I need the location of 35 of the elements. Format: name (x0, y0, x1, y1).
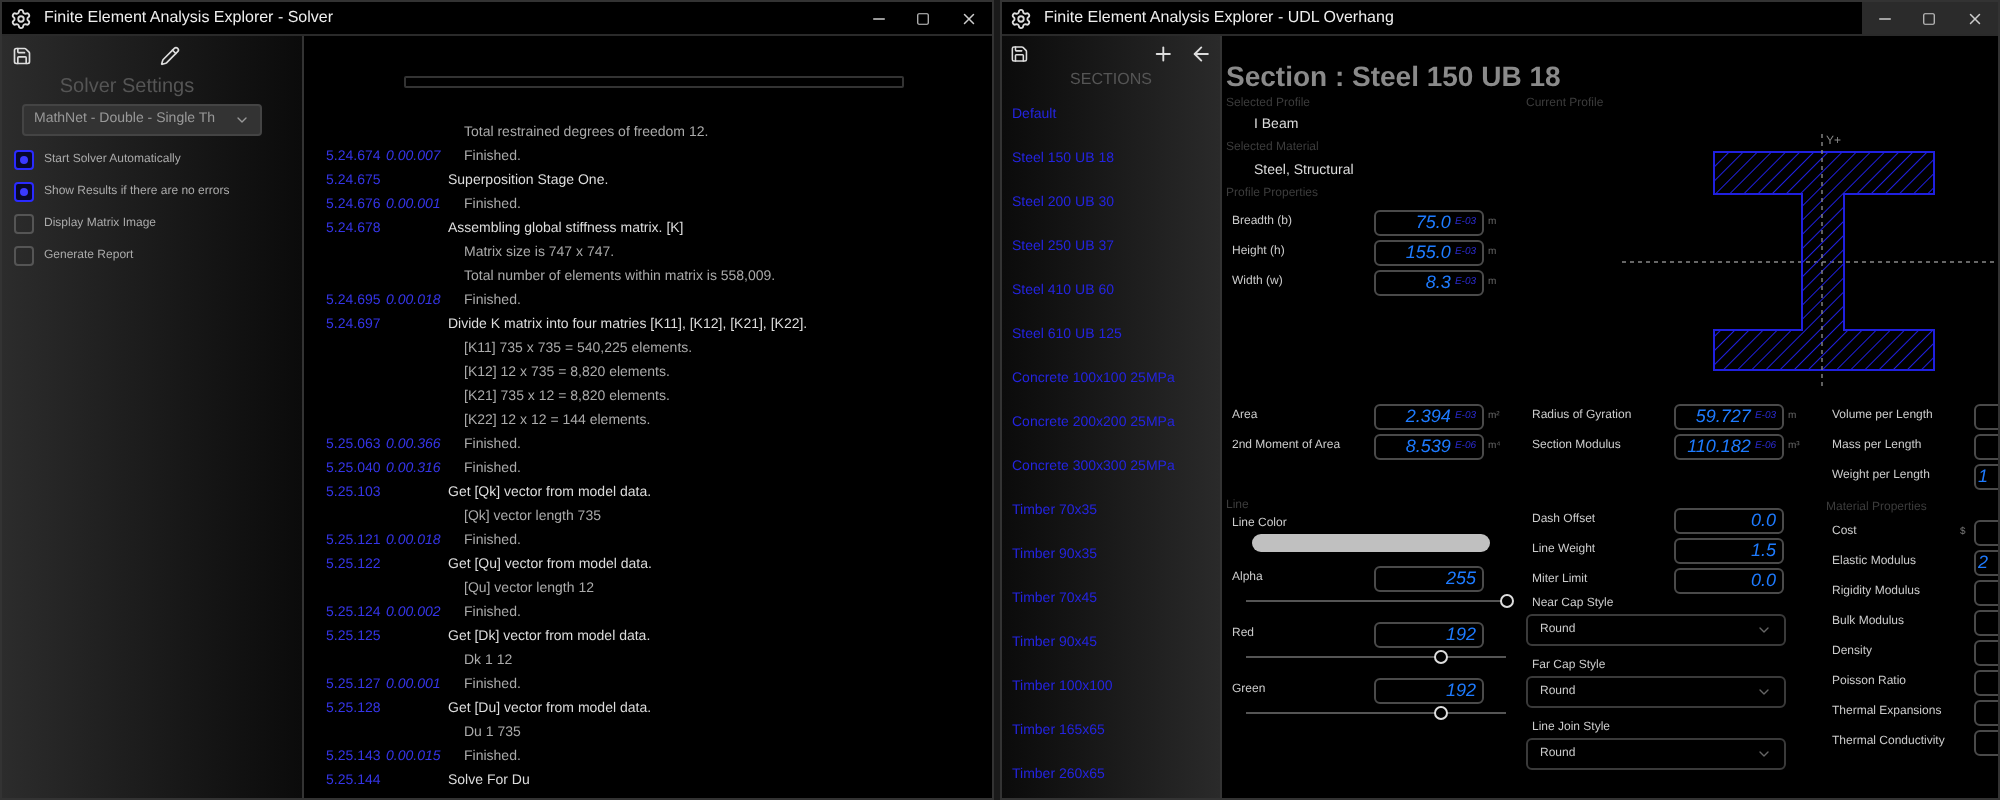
slider-thumb[interactable] (1434, 705, 1449, 719)
settings-icon[interactable] (1010, 7, 1032, 29)
back-arrow-icon[interactable] (1189, 41, 1212, 65)
slider-thumb[interactable] (1499, 593, 1513, 607)
maximize-icon (915, 11, 929, 25)
maximize-icon (1921, 11, 1935, 25)
checkbox[interactable] (14, 246, 34, 266)
close-icon (959, 9, 977, 27)
pencil-icon[interactable] (160, 46, 180, 66)
save-icon[interactable] (1010, 43, 1029, 63)
number-field[interactable]: 2 (1974, 550, 1998, 576)
chevron-icon (234, 112, 250, 128)
section-heading: Section : Steel 150 UB 18 (1226, 58, 1563, 94)
panel-title: SECTIONS (1068, 70, 1154, 90)
window-title: Finite Element Analysis Explorer - UDL Overhang (1044, 6, 1394, 30)
number-field[interactable]: 0.0 (1674, 508, 1784, 534)
add-icon[interactable] (1152, 41, 1176, 65)
checkbox[interactable] (14, 214, 34, 234)
number-field[interactable]: 1 (1974, 464, 1998, 490)
settings-icon[interactable] (10, 7, 32, 29)
chevron-icon (1756, 684, 1772, 700)
number-field[interactable]: 255 (1374, 565, 1484, 591)
slider-thumb[interactable] (1434, 649, 1449, 663)
chevron-icon (1756, 746, 1772, 762)
color-swatch[interactable] (1252, 534, 1490, 552)
window-title: Finite Element Analysis Explorer - Solver (44, 6, 333, 30)
number-field[interactable]: 0.0 (1674, 568, 1784, 594)
chevron-icon (1756, 622, 1772, 638)
save-icon[interactable] (12, 46, 32, 66)
checkbox[interactable] (14, 182, 34, 202)
close-icon (1965, 9, 1983, 27)
number-field[interactable]: 192 (1374, 621, 1484, 647)
number-field[interactable]: 1.5 (1674, 538, 1784, 564)
number-field[interactable]: 192 (1374, 677, 1484, 703)
checkbox[interactable] (14, 150, 34, 170)
